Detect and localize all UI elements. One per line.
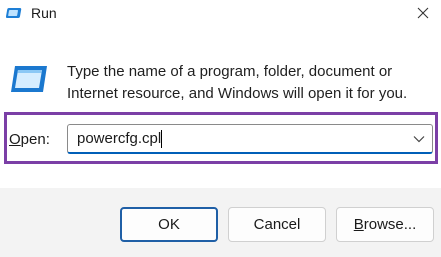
text-caret <box>161 130 162 148</box>
window-title: Run <box>31 5 57 21</box>
close-icon <box>417 7 429 19</box>
ok-button[interactable]: OK <box>120 207 218 242</box>
run-dialog: Run Type the name of a program, folder, … <box>0 0 441 257</box>
open-input[interactable]: powercfg.cpl <box>77 130 161 147</box>
browse-label-rest: rowse... <box>363 216 417 233</box>
open-label: Open: <box>9 131 50 148</box>
title-bar[interactable]: Run <box>0 0 441 32</box>
run-app-icon <box>9 64 49 94</box>
chevron-down-icon[interactable] <box>413 135 425 143</box>
browse-mnemonic: B <box>353 216 364 233</box>
run-app-icon <box>5 5 24 21</box>
open-label-mnemonic: O <box>9 131 21 148</box>
browse-button[interactable]: Browse... <box>336 207 434 242</box>
open-label-rest: pen: <box>20 131 50 148</box>
cancel-button[interactable]: Cancel <box>228 207 326 242</box>
close-button[interactable] <box>405 0 441 30</box>
open-combobox[interactable]: powercfg.cpl <box>67 124 433 154</box>
description-text: Type the name of a program, folder, docu… <box>67 63 408 102</box>
